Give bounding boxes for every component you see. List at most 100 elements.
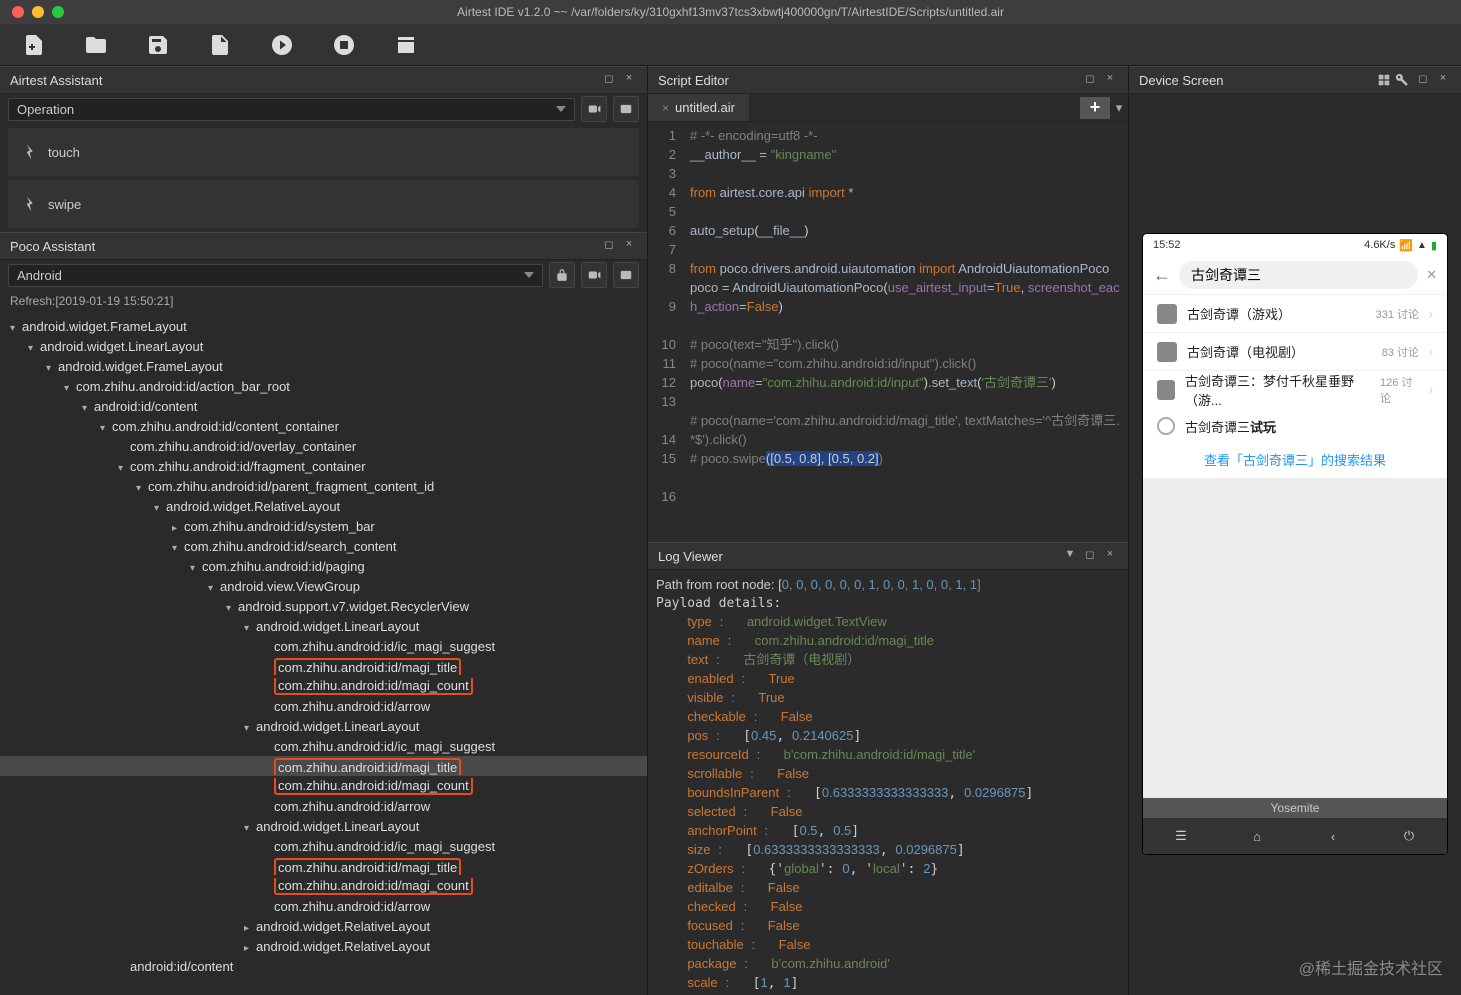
tree-node[interactable]: com.zhihu.android:id/system_bar [0,516,647,536]
tree-node[interactable]: android.support.v7.widget.RecyclerView [0,596,647,616]
panel-detach-icon[interactable]: ◻ [601,72,617,88]
tab-overflow-icon[interactable]: ▾ [1110,100,1128,116]
minimize-icon[interactable] [32,6,44,18]
panel-close-icon[interactable]: × [1102,72,1118,88]
tree-node[interactable]: com.zhihu.android:id/arrow [0,796,647,816]
tree-node[interactable]: com.zhihu.android:id/magi_title [0,756,647,776]
tree-node[interactable]: android.widget.LinearLayout [0,336,647,356]
panel-detach-icon[interactable]: ◻ [1415,72,1431,88]
tree-node[interactable]: com.zhihu.android:id/magi_title [0,856,647,876]
record-button[interactable] [581,96,607,122]
window-controls [0,6,64,18]
device-panel-title: Device Screen ◻ × [1129,66,1461,94]
panel-close-icon[interactable]: × [1435,72,1451,88]
trial-suffix: 试玩 [1250,420,1276,435]
poco-title-text: Poco Assistant [10,239,95,254]
script-panel-title: Script Editor ◻ × [648,66,1128,94]
phone-suggestion-row[interactable]: 古剑奇谭（电视剧）83 讨论› [1143,332,1447,370]
operation-select[interactable]: Operation [8,98,575,121]
tree-node[interactable]: android:id/content [0,396,647,416]
new-tab-button[interactable]: + [1080,97,1110,119]
panel-close-icon[interactable]: × [621,238,637,254]
device-grid-icon[interactable] [1375,71,1393,89]
phone-net: 4.6K/s [1364,239,1395,251]
poco-capture-button[interactable] [613,262,639,288]
device-model: Yosemite [1143,798,1447,818]
tree-node[interactable]: android.view.ViewGroup [0,576,647,596]
tree-node[interactable]: android.widget.RelativeLayout [0,496,647,516]
device-tools-icon[interactable] [1393,71,1411,89]
phone-back-icon[interactable]: ← [1153,265,1171,286]
nav-back-icon[interactable]: ‹ [1295,818,1371,854]
tree-node[interactable]: com.zhihu.android:id/action_bar_root [0,376,647,396]
stop-icon[interactable] [332,33,356,57]
close-icon[interactable] [12,6,24,18]
signal-icon: 📶 [1399,239,1413,252]
tree-node[interactable]: com.zhihu.android:id/ic_magi_suggest [0,636,647,656]
search-icon [1157,417,1175,435]
poco-tree[interactable]: android.widget.FrameLayoutandroid.widget… [0,312,647,995]
device-phone[interactable]: 15:52 4.6K/s 📶 ▲ ▮ ← ✕ 古剑奇谭（游戏）331 讨论›古剑… [1143,234,1447,854]
nav-menu-icon[interactable]: ☰ [1143,818,1219,854]
panel-detach-icon[interactable]: ◻ [1082,72,1098,88]
nav-home-icon[interactable]: ⌂ [1219,818,1295,854]
panel-close-icon[interactable]: × [621,72,637,88]
tree-node[interactable]: com.zhihu.android:id/parent_fragment_con… [0,476,647,496]
phone-suggestion-row[interactable]: 古剑奇谭三：梦付千秋星垂野（游...126 讨论› [1143,370,1447,408]
phone-search-input[interactable] [1179,261,1418,289]
tree-node[interactable]: com.zhihu.android:id/ic_magi_suggest [0,736,647,756]
tree-node[interactable]: android.widget.FrameLayout [0,356,647,376]
tree-node[interactable]: com.zhihu.android:id/magi_title [0,656,647,676]
tree-node[interactable]: android.widget.LinearLayout [0,816,647,836]
poco-mode-select[interactable]: Android [8,264,543,287]
open-folder-icon[interactable] [84,33,108,57]
tab-untitled[interactable]: × untitled.air [648,94,749,121]
panel-detach-icon[interactable]: ◻ [1082,548,1098,564]
assistant-item-touch[interactable]: touch [8,128,639,176]
tree-node[interactable]: android:id/content [0,956,647,976]
tree-node[interactable]: com.zhihu.android:id/magi_count [0,676,647,696]
chevron-down-icon [556,106,566,112]
tree-node[interactable]: com.zhihu.android:id/content_container [0,416,647,436]
tab-close-icon[interactable]: × [662,101,669,115]
maximize-icon[interactable] [52,6,64,18]
phone-clear-icon[interactable]: ✕ [1426,267,1437,283]
new-file-icon[interactable] [22,33,46,57]
tree-node[interactable]: com.zhihu.android:id/arrow [0,696,647,716]
tree-node[interactable]: com.zhihu.android:id/overlay_container [0,436,647,456]
device-screen-area: 15:52 4.6K/s 📶 ▲ ▮ ← ✕ 古剑奇谭（游戏）331 讨论›古剑… [1129,94,1461,995]
poco-lock-button[interactable] [549,262,575,288]
tree-node[interactable]: com.zhihu.android:id/magi_count [0,876,647,896]
phone-search-bar: ← ✕ [1143,256,1447,294]
tree-node[interactable]: android.widget.RelativeLayout [0,916,647,936]
middle-column: Script Editor ◻ × × untitled.air + ▾ 123… [647,66,1129,995]
tree-node[interactable]: android.widget.LinearLayout [0,716,647,736]
tree-node[interactable]: android.widget.RelativeLayout [0,936,647,956]
capture-button[interactable] [613,96,639,122]
tree-node[interactable]: com.zhihu.android:id/arrow [0,896,647,916]
poco-record-button[interactable] [581,262,607,288]
log-filter-icon[interactable]: ▼ [1062,548,1078,564]
tree-node[interactable]: com.zhihu.android:id/fragment_container [0,456,647,476]
phone-see-all[interactable]: 查看「古剑奇谭三」的搜索结果 [1143,444,1447,478]
nav-power-icon[interactable]: ⏻ [1371,818,1447,854]
chevron-right-icon: › [1429,307,1433,321]
play-icon[interactable] [270,33,294,57]
tree-node[interactable]: com.zhihu.android:id/paging [0,556,647,576]
tree-node[interactable]: com.zhihu.android:id/magi_count [0,776,647,796]
tree-node[interactable]: com.zhihu.android:id/ic_magi_suggest [0,836,647,856]
phone-suggestion-row[interactable]: 古剑奇谭（游戏）331 讨论› [1143,294,1447,332]
tree-node[interactable]: android.widget.LinearLayout [0,616,647,636]
left-column: Airtest Assistant ◻ × Operation touchswi… [0,66,647,995]
panel-detach-icon[interactable]: ◻ [601,238,617,254]
panel-close-icon[interactable]: × [1102,548,1118,564]
phone-trial-row[interactable]: 古剑奇谭三试玩 [1143,408,1447,444]
assistant-item-swipe[interactable]: swipe [8,180,639,228]
save-icon[interactable] [146,33,170,57]
log-icon[interactable] [394,33,418,57]
tree-node[interactable]: android.widget.FrameLayout [0,316,647,336]
code-editor[interactable]: 12345678910111213141516 # -*- encoding=u… [648,122,1128,542]
save-as-icon[interactable] [208,33,232,57]
tree-node[interactable]: com.zhihu.android:id/search_content [0,536,647,556]
titlebar: Airtest IDE v1.2.0 ~~ /var/folders/ky/31… [0,0,1461,24]
